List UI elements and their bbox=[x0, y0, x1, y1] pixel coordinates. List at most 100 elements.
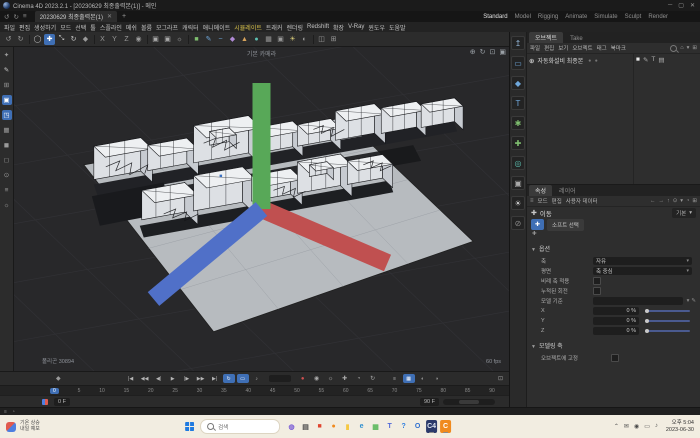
asset-icon[interactable]: ◎ bbox=[511, 156, 525, 170]
menu-item[interactable]: 모그라프 bbox=[156, 23, 178, 32]
object-tag-icon[interactable]: ▤ bbox=[658, 56, 664, 64]
preview-range-slider[interactable] bbox=[443, 399, 495, 405]
menu-item[interactable]: 생성하기 bbox=[34, 23, 56, 32]
toolbar-icon[interactable]: ◐ bbox=[299, 34, 310, 45]
toolbar-icon[interactable]: ↺ bbox=[3, 34, 14, 45]
start-frame-field[interactable]: 0 F bbox=[54, 398, 70, 406]
toolbar-icon[interactable]: ⤡ bbox=[56, 34, 67, 45]
toolbar-icon[interactable]: ● bbox=[251, 34, 262, 45]
preset-dropdown[interactable]: 기본 ▾ bbox=[672, 208, 696, 218]
timeline-maximize-icon[interactable]: ⊡ bbox=[498, 375, 503, 382]
minimize-button[interactable]: ─ bbox=[668, 2, 672, 9]
taskbar-app-icon[interactable]: T bbox=[384, 420, 395, 433]
transport-button[interactable]: ▭ bbox=[237, 374, 249, 383]
model-text-field[interactable] bbox=[593, 297, 683, 305]
toolbar-icon[interactable] bbox=[186, 34, 190, 45]
panel-menu-item[interactable]: 편집 bbox=[552, 197, 562, 205]
taskbar-app-icon[interactable]: O bbox=[412, 420, 423, 433]
record-button[interactable]: ✚ bbox=[339, 374, 351, 383]
menu-item[interactable]: 선택 bbox=[75, 23, 86, 32]
toolbar-icon[interactable]: ■ bbox=[191, 34, 202, 45]
panel-menu-item[interactable]: 보기 bbox=[558, 44, 568, 52]
burger-icon[interactable]: ≡ bbox=[530, 198, 534, 204]
edit-icon[interactable]: ✎ bbox=[691, 298, 696, 304]
toolbar-icon[interactable]: ▣ bbox=[162, 34, 173, 45]
menu-item[interactable]: 모드 bbox=[60, 23, 71, 32]
weather-widget[interactable]: 기온 상승 내일 예보 bbox=[6, 421, 40, 433]
panel-tab[interactable]: 속성 bbox=[529, 185, 552, 196]
layout-tab[interactable]: Sculpt bbox=[625, 14, 642, 20]
checkbox[interactable] bbox=[593, 287, 601, 295]
record-button[interactable]: ◉ bbox=[311, 374, 323, 383]
toolbar-icon[interactable]: ☼ bbox=[174, 34, 185, 45]
object-tag-icon[interactable]: ✎ bbox=[643, 56, 648, 64]
panel-menu-item[interactable]: 오브젝트 bbox=[572, 44, 592, 52]
attribute-nav-icon[interactable]: ▾ bbox=[680, 198, 683, 204]
soft-selection-tab-chip[interactable]: 소프트 선택 bbox=[547, 219, 584, 231]
mode-icon[interactable]: ◻ bbox=[2, 155, 12, 165]
timeline-ruler[interactable]: 051015202530354045505560657075808590 bbox=[0, 385, 509, 395]
x-value-field[interactable]: 0 % bbox=[593, 307, 639, 315]
asset-icon[interactable]: ▭ bbox=[511, 56, 525, 70]
menu-item[interactable]: 캐릭터 bbox=[182, 23, 199, 32]
menu-item[interactable]: V-Ray bbox=[348, 24, 364, 30]
options-tab-chip[interactable]: ✚ bbox=[531, 219, 544, 230]
asset-icon[interactable]: T bbox=[511, 96, 525, 110]
search-icon[interactable] bbox=[670, 45, 677, 52]
mode-icon[interactable]: ≡ bbox=[2, 185, 12, 195]
close-tab-icon[interactable]: ✕ bbox=[107, 13, 112, 20]
taskbar-app-icon[interactable]: ▦ bbox=[370, 420, 381, 433]
transport-button[interactable]: ↻ bbox=[223, 374, 235, 383]
toolbar-icon[interactable] bbox=[145, 34, 149, 45]
dropdown-icon[interactable]: ▾ bbox=[687, 298, 690, 304]
attribute-nav-icon[interactable]: → bbox=[658, 198, 664, 204]
toolbar-icon[interactable]: Y bbox=[109, 34, 120, 45]
document-tab[interactable]: 20230629 최종출력본(1) ✕ bbox=[35, 11, 117, 22]
menu-item[interactable]: 확장 bbox=[333, 23, 344, 32]
toolbar-icon[interactable]: ▲ bbox=[239, 34, 250, 45]
menu-item[interactable]: Redshift bbox=[307, 24, 329, 30]
asset-icon[interactable]: ◆ bbox=[511, 76, 525, 90]
record-button[interactable]: ◔ bbox=[353, 374, 365, 383]
menu-item[interactable]: 스플라인 bbox=[100, 23, 122, 32]
object-name[interactable]: 자동화설비 최종본 bbox=[537, 56, 583, 65]
panel-menu-item[interactable]: 북마크 bbox=[611, 44, 626, 52]
taskbar-app-icon[interactable]: ◍ bbox=[286, 420, 297, 433]
checkbox[interactable] bbox=[593, 277, 601, 285]
mode-icon[interactable]: ✎ bbox=[2, 65, 12, 75]
transport-button[interactable]: ▶| bbox=[209, 374, 221, 383]
tray-icon[interactable]: ✉ bbox=[624, 423, 629, 430]
toolbar-icon[interactable]: ▦ bbox=[263, 34, 274, 45]
record-button[interactable]: ☼ bbox=[325, 374, 337, 383]
record-button[interactable]: ↻ bbox=[367, 374, 379, 383]
panel-menu-item[interactable]: 편집 bbox=[544, 44, 554, 52]
layout-tab[interactable]: Model bbox=[515, 14, 531, 20]
asset-icon[interactable]: ✚ bbox=[511, 136, 525, 150]
timeline-option-button[interactable]: ▦ bbox=[403, 374, 415, 383]
tray-icon[interactable]: ♪ bbox=[655, 423, 658, 430]
menu-item[interactable]: 트래커 bbox=[266, 23, 283, 32]
tray-icon[interactable]: ◉ bbox=[634, 423, 639, 430]
transport-button[interactable]: ▶▶ bbox=[195, 374, 207, 383]
undo-redo-icon[interactable]: ↺ bbox=[4, 13, 9, 21]
timeline-option-button[interactable]: ◐ bbox=[417, 374, 429, 383]
menu-item[interactable]: 윈도우 bbox=[368, 23, 385, 32]
status-icon[interactable]: ≡ bbox=[4, 409, 7, 415]
undo-redo-icon[interactable]: ↻ bbox=[13, 13, 18, 21]
checkbox[interactable] bbox=[611, 354, 619, 362]
new-tab-button[interactable]: + bbox=[122, 13, 126, 20]
toolbar-icon[interactable]: ✚ bbox=[44, 34, 55, 45]
z-value-field[interactable]: 0 % bbox=[593, 327, 639, 335]
panel-tab[interactable]: 오브젝트 bbox=[529, 32, 563, 43]
attribute-nav-icon[interactable]: ↑ bbox=[667, 198, 670, 204]
timeline-option-button[interactable]: ≡ bbox=[389, 374, 401, 383]
taskbar-app-icon[interactable]: ? bbox=[398, 420, 409, 433]
mode-icon[interactable]: ◳ bbox=[2, 110, 12, 120]
toolbar-icon[interactable] bbox=[27, 34, 31, 45]
object-tag-icon[interactable]: T bbox=[651, 56, 655, 64]
panel-corner-icon[interactable]: ▾ bbox=[687, 45, 690, 52]
transport-button[interactable]: |▶ bbox=[181, 374, 193, 383]
layout-tab[interactable]: Simulate bbox=[594, 14, 617, 20]
tray-icon[interactable]: ▭ bbox=[644, 423, 650, 430]
asset-icon[interactable]: ▣ bbox=[511, 176, 525, 190]
